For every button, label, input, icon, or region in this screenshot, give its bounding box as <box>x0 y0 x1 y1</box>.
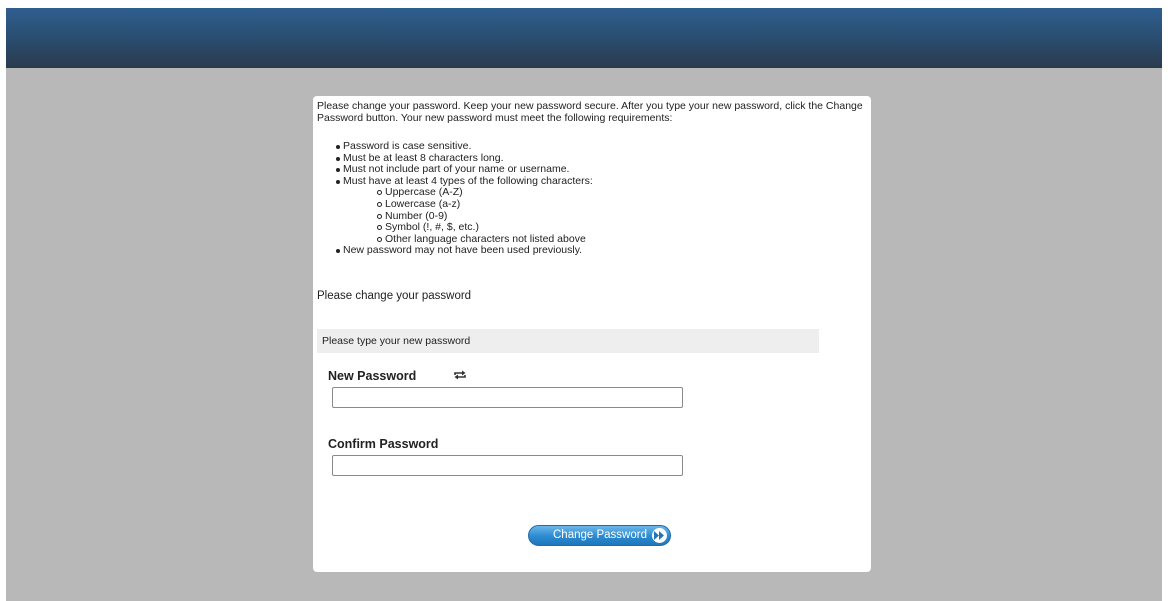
requirement-item-types: Must have at least 4 types of the follow… <box>336 174 593 246</box>
requirement-item: Password is case sensitive. <box>336 140 593 153</box>
page-frame: Please change your password. Keep your n… <box>6 8 1162 601</box>
requirement-types-intro: Must have at least 4 types of the follow… <box>343 174 593 187</box>
change-password-card: Please change your password. Keep your n… <box>313 96 871 572</box>
new-password-label: New Password <box>328 369 417 383</box>
double-chevron-right-icon <box>652 528 667 543</box>
section-bar: Please type your new password <box>317 329 819 353</box>
requirement-item: New password may not have been used prev… <box>336 245 593 257</box>
character-type-item: Symbol (!, #, $, etc.) <box>343 222 593 234</box>
character-type-item: Uppercase (A-Z) <box>343 187 593 199</box>
confirm-password-label: Confirm Password <box>328 437 439 451</box>
refresh-icon[interactable] <box>453 368 467 380</box>
header-bar <box>6 8 1162 68</box>
requirements-list: Password is case sensitive. Must be at l… <box>336 140 593 257</box>
character-type-item: Lowercase (a-z) <box>343 198 593 211</box>
change-password-heading: Please change your password <box>317 290 472 302</box>
new-password-field[interactable] <box>332 387 683 408</box>
change-password-button-label: Change Password <box>553 529 647 541</box>
change-password-button[interactable]: Change Password <box>528 525 671 546</box>
confirm-password-field[interactable] <box>332 455 683 476</box>
character-types-list: Uppercase (A-Z) Lowercase (a-z) Number (… <box>343 187 593 245</box>
section-bar-label: Please type your new password <box>322 335 471 347</box>
intro-text: Please change your password. Keep your n… <box>317 100 863 124</box>
